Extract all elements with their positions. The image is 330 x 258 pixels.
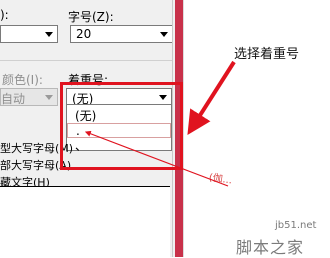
callout-text: 选择着重号	[234, 47, 300, 62]
watermark-site: jb51.net	[275, 220, 317, 231]
annotation-arrows	[84, 60, 236, 187]
callout-arrow	[187, 60, 236, 136]
watermark-name: 脚本之家	[236, 238, 305, 257]
pointer-arrow	[84, 130, 229, 187]
